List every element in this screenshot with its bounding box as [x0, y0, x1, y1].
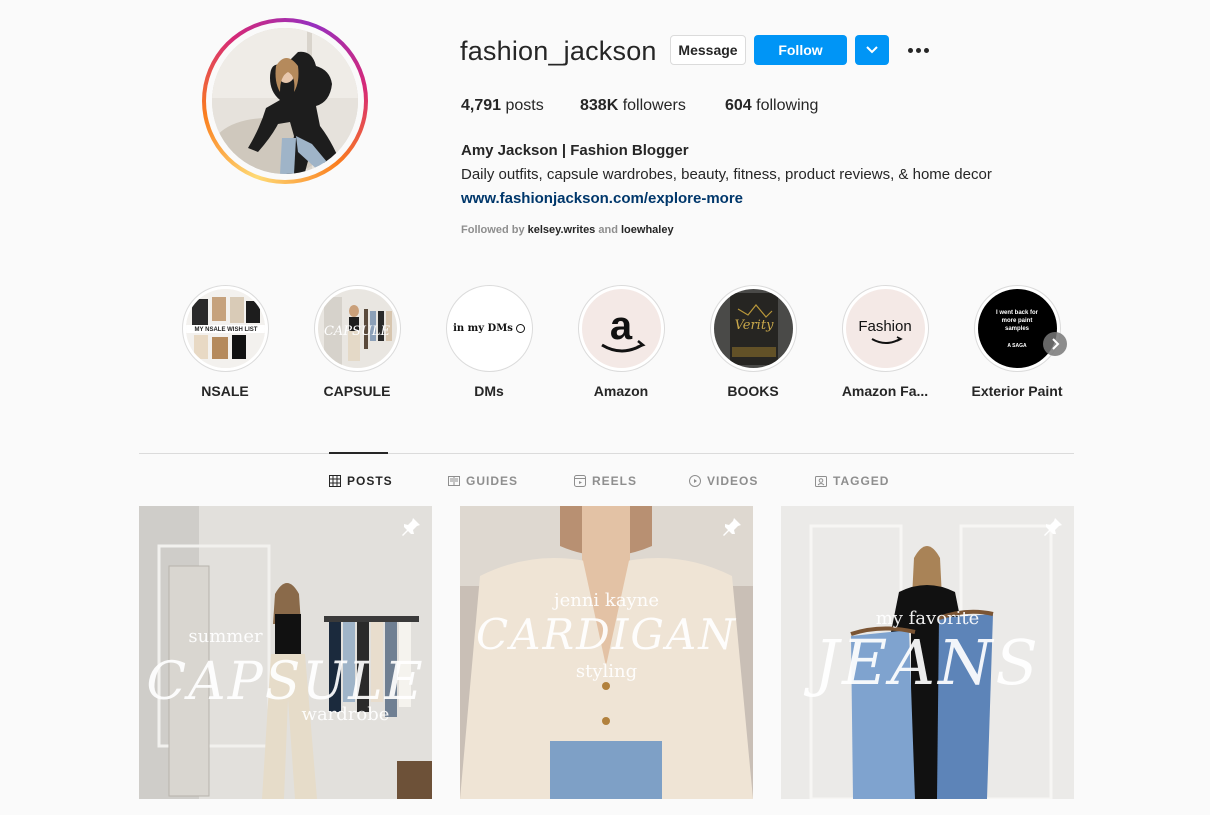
chevron-right-icon — [1052, 338, 1060, 350]
profile-website-link[interactable]: www.fashionjackson.com/explore-more — [461, 190, 743, 207]
post-tile[interactable]: jenni kayne CARDIGAN styling — [460, 506, 753, 799]
posts-count-stat: 4,791 posts — [461, 97, 544, 115]
reels-icon — [574, 475, 586, 487]
highlight-amazon-fashion[interactable]: Fashion Amazon Fa... — [835, 285, 935, 399]
followers-count: 838K — [580, 97, 619, 114]
profile-username: fashion_jackson — [460, 36, 657, 66]
highlight-cover: MY NSALE WISH LIST — [185, 289, 265, 368]
post-tile[interactable]: summer CAPSULE wardrobe — [139, 506, 432, 799]
post-caption-big: CARDIGAN — [476, 610, 737, 659]
pin-icon — [1044, 518, 1062, 536]
suggested-accounts-button[interactable] — [855, 35, 889, 65]
post-caption-big: CAPSULE — [146, 652, 425, 712]
chevron-down-icon — [866, 46, 878, 54]
highlight-label: Amazon — [593, 383, 649, 399]
highlight-cover-text: Fashion — [858, 318, 911, 335]
tab-posts[interactable]: POSTS — [329, 472, 393, 490]
following-count: 604 — [725, 97, 752, 114]
post-caption-small: summer — [188, 626, 263, 647]
post-tile[interactable]: my favorite JEANS — [781, 506, 1074, 799]
svg-text:a: a — [609, 304, 632, 348]
highlight-label: BOOKS — [727, 383, 779, 399]
post-caption-big: JEANS — [814, 626, 1041, 699]
more-options-icon[interactable] — [905, 36, 931, 64]
tab-label: GUIDES — [466, 474, 519, 488]
followed-by-and: and — [598, 224, 618, 236]
message-button[interactable]: Message — [670, 35, 746, 65]
post-caption-small: wardrobe — [301, 704, 390, 725]
tab-label: POSTS — [347, 474, 393, 488]
post-caption-small: jenni kayne — [554, 590, 659, 611]
highlight-cover: Fashion — [845, 289, 925, 368]
highlight-cover: a — [581, 289, 661, 368]
followed-by-account[interactable]: loewhaley — [621, 224, 674, 236]
tab-label: REELS — [592, 474, 638, 488]
posts-count: 4,791 — [461, 97, 502, 114]
highlight-dms[interactable]: in my DMs DMs — [439, 285, 539, 399]
followed-by-account[interactable]: kelsey.writes — [528, 224, 596, 236]
highlight-cover-text: I went back for more paint samples — [995, 309, 1038, 332]
highlight-books[interactable]: Verity BOOKS — [703, 285, 803, 399]
posts-label: posts — [505, 97, 544, 114]
messenger-icon — [515, 324, 525, 333]
highlights-next-button[interactable] — [1043, 332, 1067, 356]
highlight-amazon[interactable]: a Amazon — [571, 285, 671, 399]
highlight-label: Exterior Paint — [971, 383, 1063, 399]
profile-full-name: Amy Jackson | Fashion Blogger — [461, 142, 689, 159]
highlight-cover: I went back for more paint samples A SAG… — [977, 289, 1057, 368]
tabs-divider — [139, 453, 1074, 454]
followers-label: followers — [622, 97, 686, 114]
pin-icon — [723, 518, 741, 536]
highlight-cover: in my DMs — [449, 289, 529, 368]
highlight-cover-text: CAPSULE — [323, 324, 390, 339]
post-caption-small: styling — [575, 661, 638, 682]
highlight-label: NSALE — [201, 383, 249, 399]
avatar — [212, 28, 358, 174]
highlight-cover-subtext: A SAGA — [1007, 342, 1027, 349]
play-icon — [689, 475, 701, 487]
amazon-logo-icon: a — [600, 304, 646, 353]
highlight-cover-text: Verity — [734, 318, 773, 333]
tab-label: VIDEOS — [707, 474, 759, 488]
profile-bio: Daily outfits, capsule wardrobes, beauty… — [461, 166, 992, 183]
active-tab-indicator — [329, 452, 388, 454]
pin-icon — [402, 518, 420, 536]
following-label: following — [756, 97, 819, 114]
followers-stat[interactable]: 838K followers — [580, 97, 686, 115]
highlight-capsule[interactable]: CAPSULE CAPSULE — [307, 285, 407, 399]
tab-reels[interactable]: REELS — [574, 472, 637, 490]
follow-button[interactable]: Follow — [754, 35, 847, 65]
tagged-icon — [815, 476, 827, 487]
grid-icon — [329, 475, 341, 487]
highlight-cover: CAPSULE — [317, 289, 397, 368]
highlight-cover-text: in my DMs — [453, 323, 513, 334]
highlight-nsale[interactable]: MY NSALE WISH LIST NSALE — [175, 285, 275, 399]
tab-guides[interactable]: GUIDES — [448, 472, 518, 490]
highlight-cover: Verity — [713, 289, 793, 368]
followed-by-line[interactable]: Followed by kelsey.writes and loewhaley — [461, 224, 674, 236]
highlight-label: DMs — [474, 383, 504, 399]
tab-tagged[interactable]: TAGGED — [815, 472, 889, 490]
highlight-cover-text: MY NSALE WISH LIST — [194, 327, 257, 333]
tab-videos[interactable]: VIDEOS — [689, 472, 758, 490]
tab-label: TAGGED — [833, 474, 890, 488]
highlight-label: Amazon Fa... — [841, 383, 929, 399]
highlight-label: CAPSULE — [323, 383, 391, 399]
profile-avatar-ring[interactable] — [202, 18, 368, 184]
following-stat[interactable]: 604 following — [725, 97, 818, 115]
followed-by-prefix: Followed by — [461, 224, 525, 236]
guide-icon — [448, 476, 460, 486]
